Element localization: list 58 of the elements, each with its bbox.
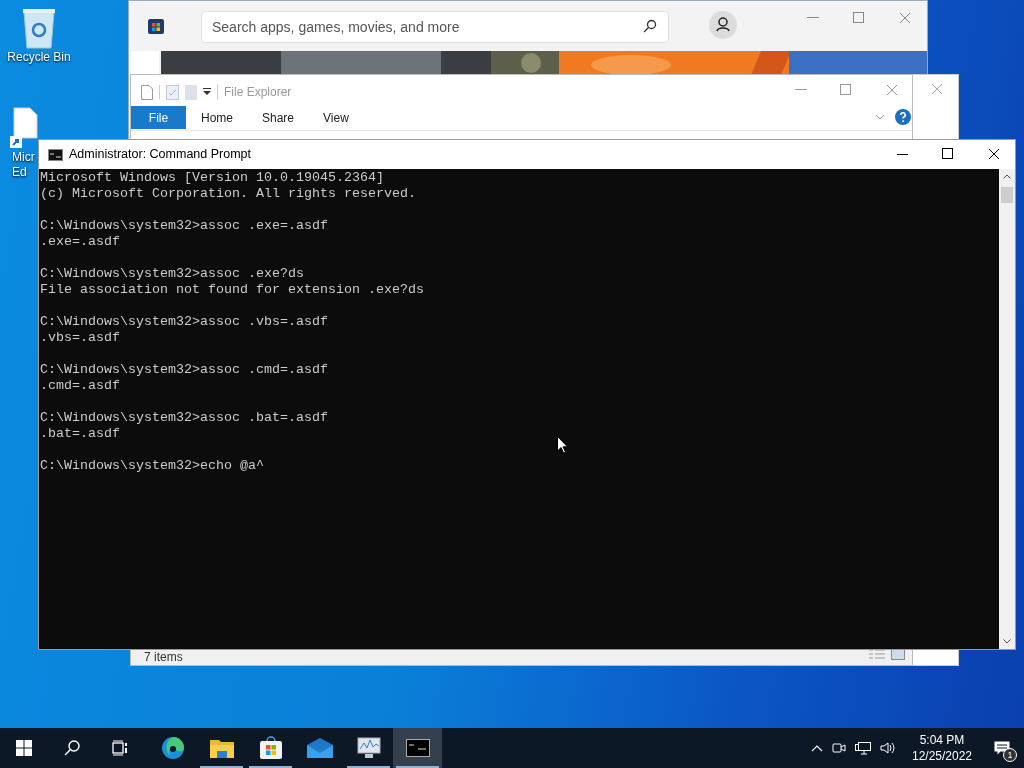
console-line: (c) Microsoft Corporation. All rights reserved. xyxy=(40,186,416,202)
volume-icon[interactable] xyxy=(880,741,896,755)
help-icon[interactable] xyxy=(895,109,911,125)
console-line: .bat=.asdf xyxy=(40,426,120,442)
notification-badge: 1 xyxy=(1003,748,1017,762)
scrollbar[interactable] xyxy=(999,169,1015,649)
task-view-icon[interactable] xyxy=(112,740,128,756)
start-icon[interactable] xyxy=(16,740,32,756)
notification-icon[interactable] xyxy=(994,740,1010,756)
console-line: C:\Windows\system32>assoc .vbs=.asdf xyxy=(40,314,328,330)
console-line: C:\Windows\system32>assoc .exe=.asdf xyxy=(40,218,328,234)
console-line: C:\Windows\system32>assoc .cmd=.asdf xyxy=(40,362,328,378)
console-line: File association not found for extension .exe?ds xyxy=(40,282,424,298)
clock-date[interactable]: 12/25/2022 xyxy=(911,748,973,764)
console-icon xyxy=(48,148,63,161)
monitor-chart-icon[interactable] xyxy=(356,737,381,759)
network-icon[interactable] xyxy=(855,741,871,755)
camera-icon[interactable] xyxy=(832,741,846,755)
console-line: .cmd=.asdf xyxy=(40,378,120,394)
search-icon[interactable] xyxy=(643,19,657,33)
scroll-up-icon[interactable] xyxy=(1003,174,1011,179)
ribbon-tab[interactable]: Home xyxy=(187,106,247,129)
search-icon[interactable] xyxy=(64,740,80,756)
scroll-down-icon[interactable] xyxy=(1003,639,1011,644)
icon-label: Recycle Bin xyxy=(7,50,71,65)
minimize-icon[interactable] xyxy=(897,154,908,156)
ribbon-tab[interactable]: View xyxy=(309,106,363,129)
scroll-thumb[interactable] xyxy=(1001,187,1013,203)
icon-label: Ed xyxy=(11,165,27,180)
console-line: C:\Windows\system32>assoc .bat=.asdf xyxy=(40,410,328,426)
maximize-icon[interactable] xyxy=(942,148,953,159)
account-icon[interactable] xyxy=(709,11,737,39)
console-line: C:\Windows\system32>echo @a^ xyxy=(40,458,264,474)
taskbar-app[interactable] xyxy=(393,728,442,768)
window-title: Administrator: Command Prompt xyxy=(69,146,251,164)
window-title: File Explorer xyxy=(224,84,292,101)
clock-time[interactable]: 5:04 PM xyxy=(919,732,965,748)
icon-label: Micr xyxy=(11,150,35,165)
console-line: Microsoft Windows [Version 10.0.19045.2364] xyxy=(40,170,384,186)
store-bag-icon[interactable] xyxy=(258,736,283,760)
thumbnail-view-icon[interactable] xyxy=(891,649,905,660)
search-field[interactable]: Search apps, games, movies, and more xyxy=(201,11,669,43)
ribbon-tab[interactable]: Share xyxy=(248,106,309,129)
ribbon-tab[interactable]: File xyxy=(131,106,186,129)
console-line: .vbs=.asdf xyxy=(40,330,120,346)
recycle-bin-icon[interactable] xyxy=(21,6,57,50)
document-icon[interactable] xyxy=(141,84,153,100)
console-line: C:\Windows\system32>assoc .exe?ds xyxy=(40,266,304,282)
file-shortcut-icon[interactable] xyxy=(10,106,38,150)
mouse-pointer-icon xyxy=(557,436,568,454)
chevron-up-icon[interactable] xyxy=(811,744,823,752)
console-icon[interactable] xyxy=(405,739,430,757)
status-text: 7 items xyxy=(144,650,183,664)
edge-browser-icon[interactable] xyxy=(160,736,185,760)
envelope-icon[interactable] xyxy=(306,738,333,758)
console-line: .exe=.asdf xyxy=(40,234,120,250)
close-icon[interactable] xyxy=(988,148,1000,160)
dropdown-icon[interactable] xyxy=(203,88,211,96)
